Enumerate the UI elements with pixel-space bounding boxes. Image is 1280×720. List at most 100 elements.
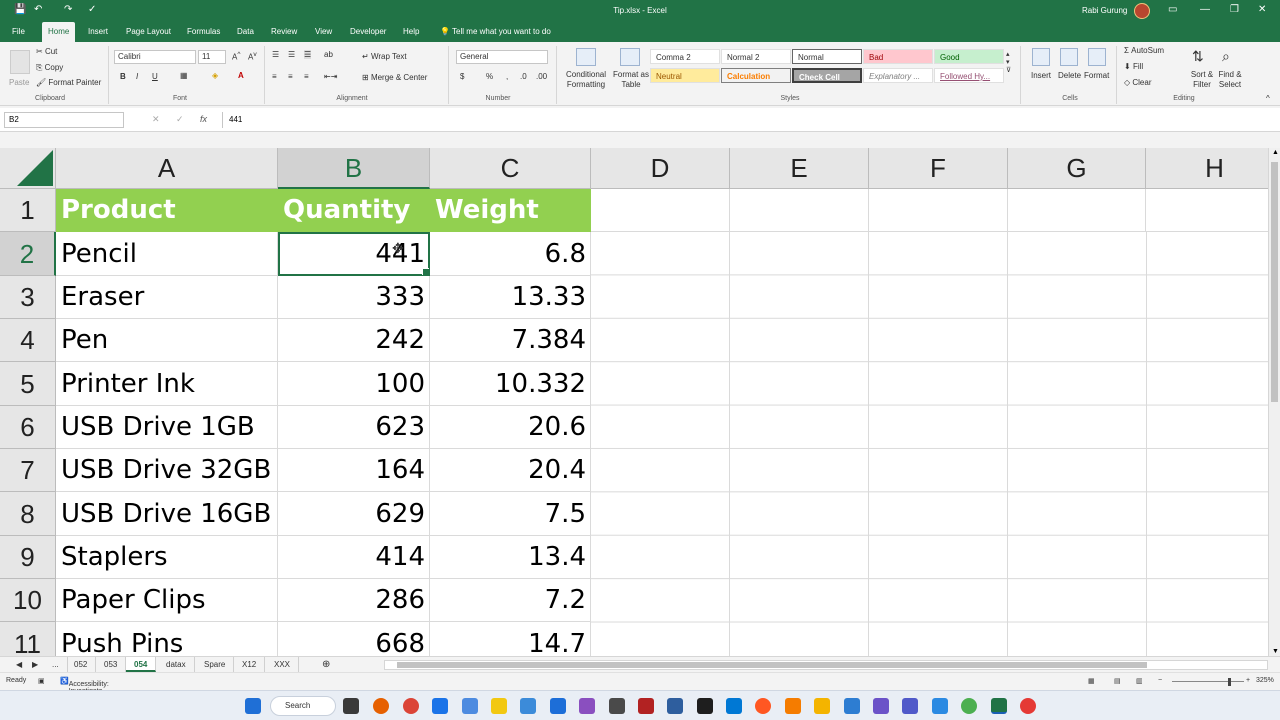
app-icon[interactable]: [491, 698, 507, 714]
bold-button[interactable]: B: [120, 72, 126, 81]
product-cell[interactable]: Paper Clips: [56, 579, 278, 622]
app-icon[interactable]: [609, 698, 625, 714]
product-cell[interactable]: Pen: [56, 319, 278, 362]
number-format-select[interactable]: General: [456, 50, 548, 64]
row-header[interactable]: 6: [0, 406, 56, 449]
indent-icon[interactable]: ⇤⇥: [324, 72, 337, 81]
weight-cell[interactable]: 7.384: [430, 319, 591, 362]
app-icon[interactable]: [755, 698, 771, 714]
app-icon[interactable]: [667, 698, 683, 714]
header-cell-product[interactable]: Product: [56, 189, 278, 232]
decrease-decimal-icon[interactable]: .0: [520, 72, 527, 81]
scroll-up-icon[interactable]: ▲: [1272, 149, 1279, 156]
tab-home[interactable]: Home: [42, 22, 76, 42]
tab-view[interactable]: View: [309, 22, 338, 42]
teams-icon[interactable]: [902, 698, 918, 714]
row-header[interactable]: 11: [0, 622, 56, 656]
percent-icon[interactable]: %: [486, 72, 493, 81]
cancel-icon[interactable]: ✕: [152, 114, 160, 125]
product-cell[interactable]: USB Drive 16GB: [56, 492, 278, 536]
windows-start-icon[interactable]: [245, 698, 261, 714]
row-header[interactable]: 2: [0, 232, 56, 276]
product-cell[interactable]: Printer Ink: [56, 362, 278, 406]
sheet-tab-spare[interactable]: Spare: [196, 657, 235, 672]
app-icon[interactable]: [462, 698, 478, 714]
add-sheet-icon[interactable]: ⊕: [314, 657, 338, 672]
vertical-scrollbar[interactable]: ▲ ▼: [1268, 148, 1280, 656]
app-icon[interactable]: [873, 698, 889, 714]
conditional-formatting-button[interactable]: Conditional Formatting: [563, 70, 609, 90]
firefox-icon[interactable]: [373, 698, 389, 714]
excel-icon[interactable]: [991, 698, 1007, 714]
column-header-d[interactable]: D: [591, 148, 730, 189]
sheet-tab-x12[interactable]: X12: [234, 657, 266, 672]
style-calculation[interactable]: Calculation: [721, 68, 791, 83]
italic-button[interactable]: I: [136, 72, 138, 81]
product-cell[interactable]: Staplers: [56, 536, 278, 579]
row-header[interactable]: 8: [0, 492, 56, 536]
fill-button[interactable]: ⬇ Fill: [1124, 62, 1143, 71]
borders-icon[interactable]: ▦: [180, 71, 188, 80]
row-header[interactable]: 9: [0, 536, 56, 579]
horizontal-scroll-thumb[interactable]: [397, 662, 1147, 668]
app-icon[interactable]: [844, 698, 860, 714]
conditional-formatting-icon[interactable]: [576, 48, 596, 66]
weight-cell[interactable]: 13.33: [430, 276, 591, 319]
column-header-a[interactable]: A: [56, 148, 278, 189]
scroll-down-icon[interactable]: ▼: [1272, 648, 1279, 655]
style-check-cell[interactable]: Check Cell: [792, 68, 862, 83]
sublime-icon[interactable]: [814, 698, 830, 714]
quantity-cell[interactable]: 414: [278, 536, 430, 579]
tell-me-search[interactable]: 💡 Tell me what you want to do: [440, 22, 551, 42]
header-cell-quantity[interactable]: Quantity: [278, 189, 430, 232]
filezilla-icon[interactable]: [638, 698, 654, 714]
copy-button[interactable]: ⎘ Copy: [36, 63, 63, 73]
user-name[interactable]: Rabi Gurung: [1082, 6, 1127, 15]
format-cells-button[interactable]: Format: [1084, 71, 1109, 80]
app-icon[interactable]: [785, 698, 801, 714]
formula-input[interactable]: 441: [222, 112, 1276, 128]
select-all-button[interactable]: [0, 148, 56, 189]
wrap-text-button[interactable]: ↵ Wrap Text: [362, 52, 407, 61]
style-comma-2[interactable]: Comma 2: [650, 49, 720, 64]
empty-cell[interactable]: [1008, 189, 1146, 232]
style-neutral[interactable]: Neutral: [650, 68, 720, 83]
zoom-out-icon[interactable]: −: [1158, 677, 1162, 684]
sheet-tab-more[interactable]: ...: [44, 657, 68, 672]
clear-button[interactable]: ◇ Clear: [1124, 78, 1152, 87]
next-sheet-icon[interactable]: ▶: [24, 657, 46, 672]
app-icon[interactable]: [1020, 698, 1036, 714]
increase-decimal-icon[interactable]: .00: [536, 72, 547, 81]
app-icon[interactable]: [550, 698, 566, 714]
weight-cell[interactable]: 20.6: [430, 406, 591, 449]
format-painter-button[interactable]: 🖌 Format Painter: [36, 78, 101, 87]
column-header-f[interactable]: F: [869, 148, 1008, 189]
row-header[interactable]: 4: [0, 319, 56, 362]
zoom-slider[interactable]: [1172, 681, 1244, 682]
sheet-tab-datax[interactable]: datax: [158, 657, 195, 672]
weight-cell[interactable]: 13.4: [430, 536, 591, 579]
page-layout-view-icon[interactable]: ▤: [1114, 677, 1121, 685]
column-header-h[interactable]: H: [1146, 148, 1268, 189]
macro-record-icon[interactable]: ▣: [38, 677, 45, 685]
align-right-icon[interactable]: ≡: [304, 72, 309, 81]
format-as-table-button[interactable]: Format as Table: [611, 70, 651, 90]
quantity-cell[interactable]: 164: [278, 449, 430, 492]
insert-cells-button[interactable]: Insert: [1031, 71, 1051, 80]
style-good[interactable]: Good: [934, 49, 1004, 64]
cut-button[interactable]: ✂ Cut: [36, 47, 57, 56]
page-break-view-icon[interactable]: ▥: [1136, 677, 1143, 685]
close-icon[interactable]: ✕: [1258, 4, 1266, 15]
enter-icon[interactable]: ✓: [176, 114, 184, 125]
empty-cell[interactable]: [869, 189, 1008, 232]
find-select-icon[interactable]: ⌕: [1222, 48, 1230, 65]
vscode-icon[interactable]: [726, 698, 742, 714]
comma-icon[interactable]: ,: [506, 72, 508, 81]
tab-file[interactable]: File: [6, 22, 31, 42]
align-left-icon[interactable]: ≡: [272, 72, 277, 81]
style-explanatory[interactable]: Explanatory ...: [863, 68, 933, 83]
style-followed-hyperlink[interactable]: Followed Hy...: [934, 68, 1004, 83]
insert-function-button[interactable]: fx: [200, 114, 207, 124]
app-icon[interactable]: [932, 698, 948, 714]
weight-cell[interactable]: 14.7: [430, 622, 591, 656]
